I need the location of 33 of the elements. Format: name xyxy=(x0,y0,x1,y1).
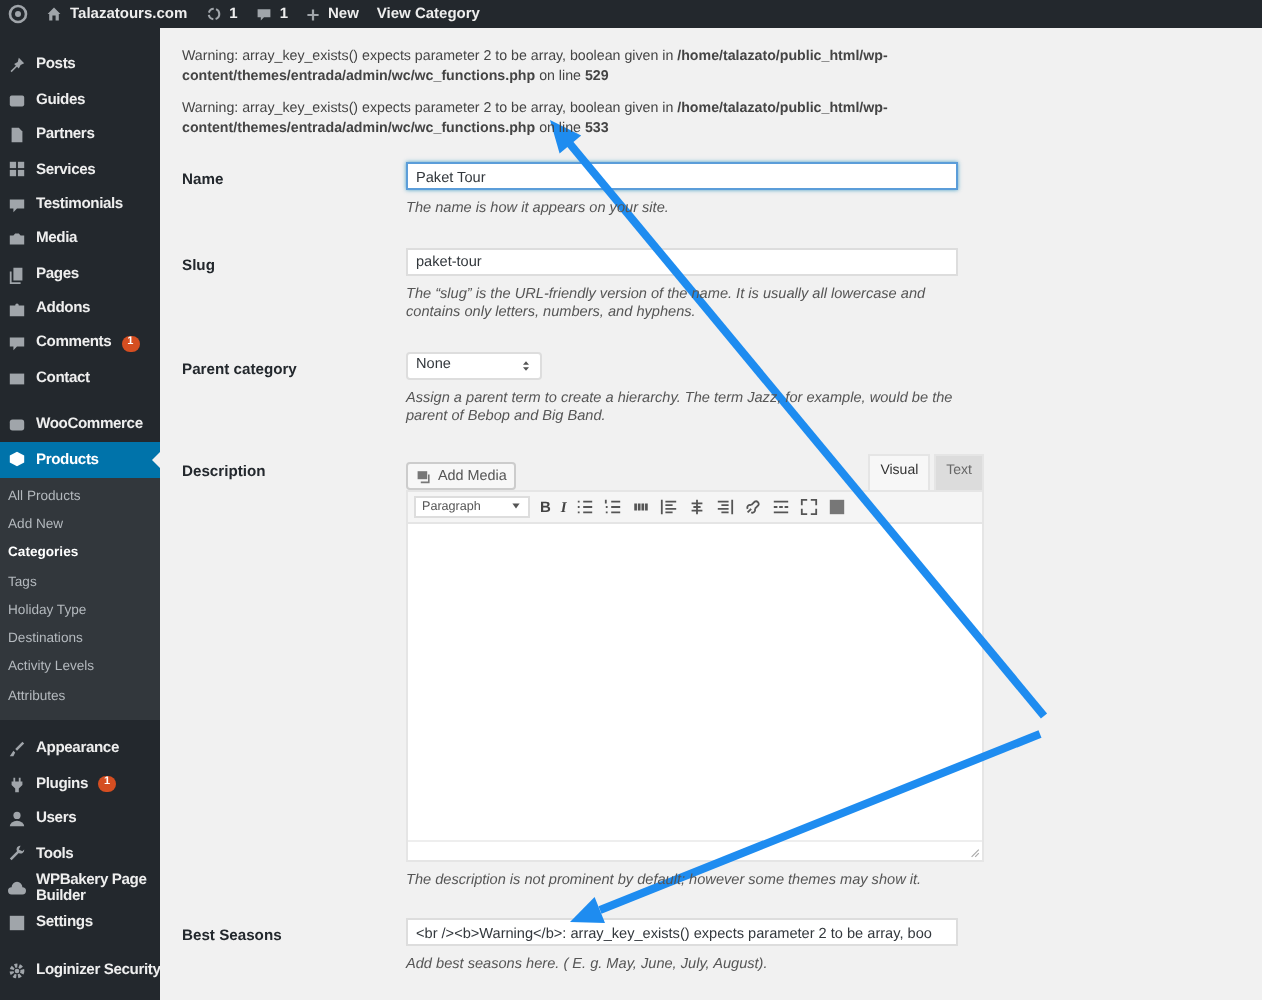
resize-handle-icon[interactable] xyxy=(968,845,980,858)
home-icon xyxy=(46,6,62,22)
cloud-icon xyxy=(8,879,26,898)
fullscreen-icon[interactable] xyxy=(800,497,819,516)
speech-bubble-icon xyxy=(8,334,26,353)
card-icon xyxy=(8,91,26,110)
updown-arrows-icon xyxy=(520,357,532,374)
link-icon[interactable] xyxy=(744,497,763,516)
align-right-icon[interactable] xyxy=(716,497,735,516)
plus-icon xyxy=(305,7,320,21)
caret-icon xyxy=(510,500,522,513)
align-left-icon[interactable] xyxy=(660,497,679,516)
gear-icon xyxy=(8,961,26,980)
logo-icon[interactable] xyxy=(8,4,28,24)
pushpin-icon xyxy=(8,56,26,75)
grid-icon xyxy=(8,160,26,179)
box-icon xyxy=(8,416,26,435)
pages-icon xyxy=(8,265,26,284)
person-icon xyxy=(8,810,26,829)
document-icon xyxy=(8,125,26,144)
plug-icon xyxy=(8,775,26,794)
bullet-list-icon[interactable] xyxy=(576,497,595,516)
brush-icon xyxy=(8,740,26,759)
speech-bubble-icon xyxy=(255,6,272,22)
wrench-icon xyxy=(8,844,26,863)
toolbar-toggle-icon[interactable] xyxy=(828,497,847,516)
refresh-icon xyxy=(205,6,222,22)
cube-icon xyxy=(8,450,26,469)
align-center-icon[interactable] xyxy=(688,497,707,516)
media-icon xyxy=(416,467,432,484)
numbered-list-icon[interactable] xyxy=(604,497,623,516)
speech-bubble-icon xyxy=(8,195,26,214)
read-more-icon[interactable] xyxy=(772,497,791,516)
